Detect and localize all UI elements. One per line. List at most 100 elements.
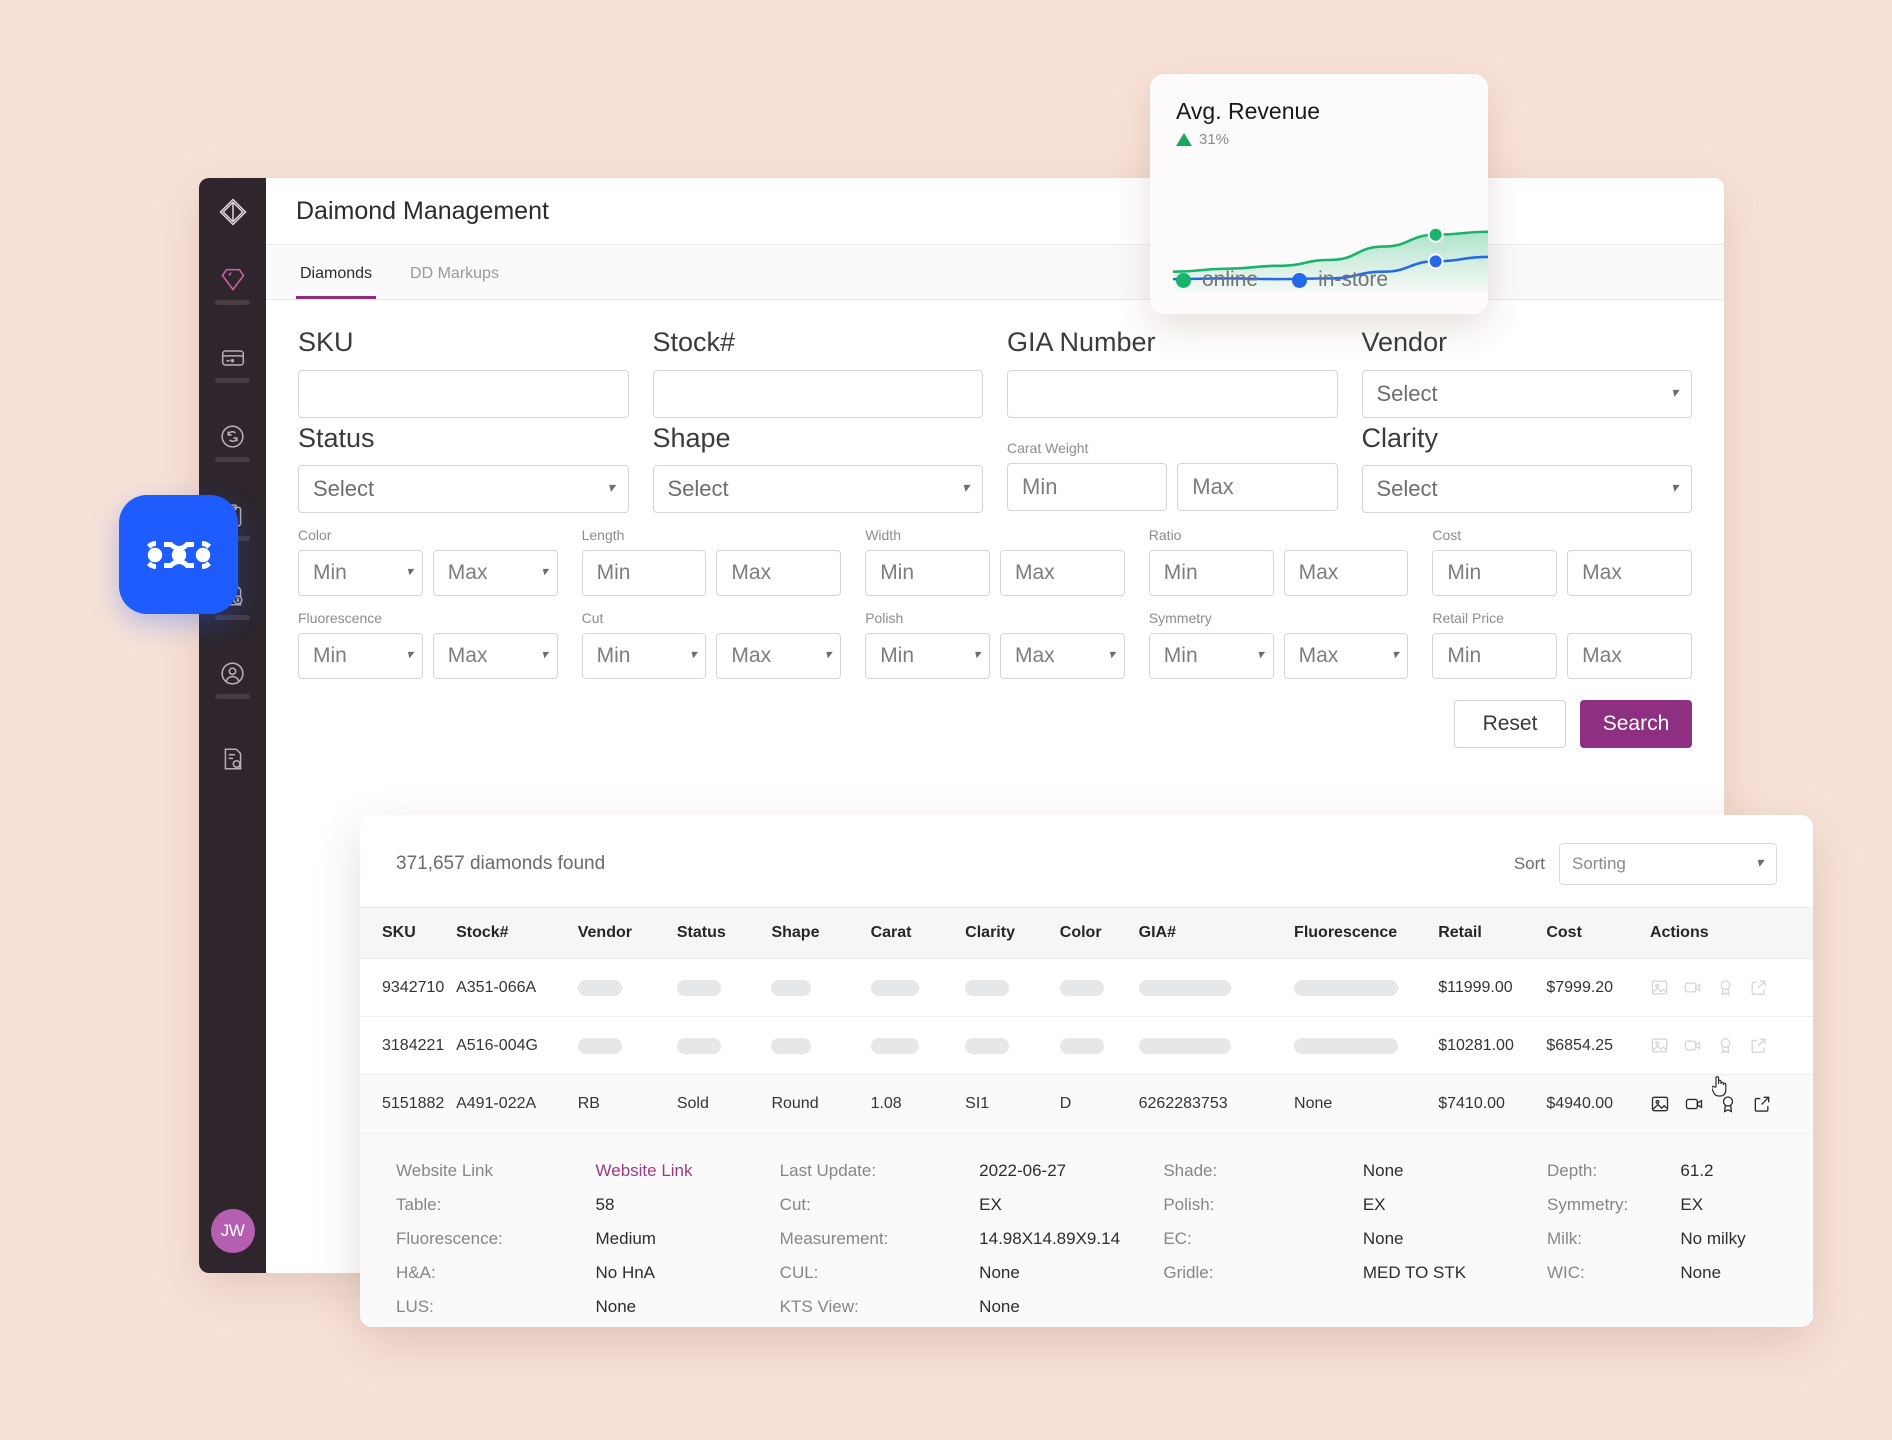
fluorescence-min-select[interactable] — [298, 633, 423, 680]
avatar[interactable]: JW — [210, 1209, 255, 1253]
col-sku[interactable]: SKU — [360, 907, 451, 959]
sidebar-item-customers[interactable] — [199, 640, 266, 719]
polish-min-select[interactable] — [865, 633, 990, 680]
external-link-icon[interactable] — [1752, 1094, 1772, 1114]
symmetry-max-select[interactable] — [1283, 633, 1409, 680]
detail-row: KTS View: None — [780, 1290, 1164, 1324]
col-color[interactable]: Color — [1053, 907, 1133, 959]
col-clarity[interactable]: Clarity — [959, 907, 1054, 959]
cell-cost: $4940.00 — [1540, 1074, 1644, 1134]
carat-max-input[interactable] — [1177, 462, 1338, 511]
image-icon[interactable] — [1650, 1036, 1669, 1055]
cost-min-input[interactable] — [1432, 550, 1558, 597]
col-gia[interactable]: GIA# — [1132, 907, 1289, 959]
tab-diamonds[interactable]: Diamonds — [296, 265, 377, 299]
table-row[interactable]: 5151882 A491-022A RB Sold Round 1.08 SI1… — [360, 1074, 1813, 1134]
retail-max-input[interactable] — [1567, 633, 1692, 680]
vendor-select[interactable] — [1361, 369, 1692, 418]
symmetry-min-select[interactable] — [1148, 633, 1274, 680]
cut-min-select[interactable] — [581, 633, 707, 680]
sku-input[interactable] — [298, 369, 629, 418]
sidebar-label-placeholder — [215, 377, 250, 383]
length-min-input[interactable] — [581, 550, 707, 597]
website-link[interactable]: Website Link — [596, 1154, 693, 1188]
sync-circle-icon — [221, 425, 244, 448]
filter-vendor-label: Vendor — [1361, 327, 1448, 357]
detail-column-3: Shade: None Polish: EX EC: None Gridle: MED … — [1163, 1154, 1547, 1324]
col-carat[interactable]: Carat — [864, 907, 960, 959]
search-button[interactable]: Search — [1580, 700, 1692, 749]
app-logo[interactable] — [199, 178, 266, 245]
row-detail-panel: Website Link Website Link Table: 58 Fluore… — [360, 1134, 1813, 1327]
external-link-icon[interactable] — [1749, 978, 1768, 997]
legend-item-in-store: in-store — [1292, 268, 1388, 292]
image-icon[interactable] — [1650, 1094, 1670, 1114]
detail-row: Depth: 61.2 — [1547, 1154, 1777, 1188]
detail-key: Gridle: — [1163, 1263, 1214, 1282]
width-min-input[interactable] — [865, 550, 990, 597]
carat-min-input[interactable] — [1007, 462, 1168, 511]
gia-number-input[interactable] — [1007, 369, 1338, 418]
detail-value: No milky — [1680, 1229, 1746, 1248]
length-max-input[interactable] — [716, 550, 842, 597]
table-row[interactable]: 3184221 A516-004G $10281.00 $6854.25 — [360, 1016, 1813, 1075]
sidebar-item-diamonds[interactable] — [199, 245, 266, 324]
table-row[interactable]: 9342710 A351-066A $11999.00 $7999.20 — [360, 958, 1813, 1017]
video-icon[interactable] — [1684, 1094, 1704, 1114]
page-title: Daimond Management — [296, 196, 549, 225]
skeleton — [676, 979, 721, 996]
detail-key: Cut: — [779, 1195, 811, 1214]
ratio-max-input[interactable] — [1283, 550, 1409, 597]
sidebar-item-payments[interactable] — [199, 324, 266, 403]
sort-select[interactable] — [1559, 843, 1777, 885]
video-icon[interactable] — [1683, 1036, 1702, 1055]
filter-cut: Cut ▾ ▾ — [581, 610, 842, 680]
polish-max-select[interactable] — [999, 633, 1125, 680]
detail-key: Table: — [396, 1195, 442, 1214]
cell-clarity: SI1 — [959, 1074, 1054, 1134]
cell-status: Sold — [670, 1074, 766, 1134]
col-retail[interactable]: Retail — [1432, 907, 1541, 959]
blue-app-logo[interactable] — [119, 495, 238, 614]
sidebar-item-reports[interactable] — [199, 719, 266, 798]
video-icon[interactable] — [1683, 978, 1702, 997]
detail-value: 2022-06-27 — [979, 1161, 1067, 1180]
col-shape[interactable]: Shape — [765, 907, 865, 959]
certificate-icon[interactable] — [1716, 1036, 1735, 1055]
detail-key: EC: — [1163, 1229, 1192, 1248]
diamond-icon — [220, 268, 245, 291]
col-stock[interactable]: Stock# — [450, 907, 572, 959]
cell-shape — [765, 1016, 865, 1075]
cut-max-select[interactable] — [716, 633, 842, 680]
tab-dd-markups[interactable]: DD Markups — [406, 265, 503, 299]
col-vendor[interactable]: Vendor — [571, 907, 671, 959]
triangle-up-icon — [1176, 133, 1192, 146]
width-max-input[interactable] — [999, 550, 1125, 597]
kpi-delta: 31% — [1176, 131, 1462, 148]
detail-row: H&A: No HnA — [396, 1256, 780, 1290]
col-status[interactable]: Status — [670, 907, 766, 959]
external-link-icon[interactable] — [1749, 1036, 1768, 1055]
document-search-icon — [224, 747, 242, 770]
col-fluorescence[interactable]: Fluorescence — [1288, 907, 1433, 959]
cell-vendor — [571, 958, 671, 1017]
retail-min-input[interactable] — [1432, 633, 1558, 680]
certificate-icon[interactable] — [1716, 978, 1735, 997]
sidebar-item-sync[interactable] — [199, 403, 266, 482]
col-cost[interactable]: Cost — [1540, 907, 1644, 959]
detail-key: Measurement: — [779, 1229, 889, 1248]
cost-max-input[interactable] — [1567, 550, 1692, 597]
color-min-select[interactable] — [298, 550, 423, 597]
certificate-icon[interactable] — [1718, 1094, 1738, 1114]
stock-input[interactable] — [652, 369, 983, 418]
color-max-select[interactable] — [432, 550, 558, 597]
ratio-min-input[interactable] — [1148, 550, 1274, 597]
image-icon[interactable] — [1650, 978, 1669, 997]
shape-select[interactable] — [652, 465, 983, 514]
fluorescence-max-select[interactable] — [432, 633, 558, 680]
clarity-select[interactable] — [1361, 465, 1692, 514]
filter-sku-label: SKU — [298, 327, 354, 357]
detail-key: Fluorescence: — [396, 1229, 503, 1248]
status-select[interactable] — [298, 465, 629, 514]
reset-button[interactable]: Reset — [1454, 700, 1566, 749]
